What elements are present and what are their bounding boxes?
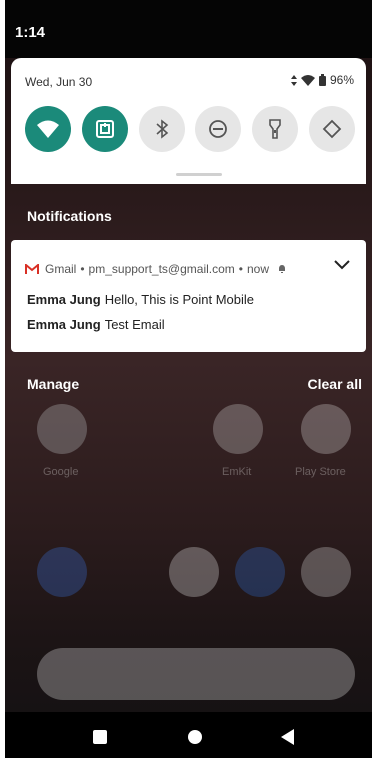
clear-all-button[interactable]: Clear all (308, 376, 362, 392)
do-not-disturb-icon (209, 120, 228, 138)
bluetooth-icon (156, 119, 168, 139)
app-label-google: Google (43, 466, 79, 478)
notification-message: Emma Jung Hello, This is Point Mobile (27, 292, 254, 307)
message-sender: Emma Jung (27, 317, 101, 332)
gmail-notification[interactable]: Gmail • pm_support_ts@gmail.com • now Em… (11, 240, 366, 352)
qs-status-icons: 96% (290, 73, 354, 87)
notification-message: Emma Jung Test Email (27, 317, 165, 332)
notification-app-name: Gmail (45, 262, 77, 276)
emkit-app-icon (213, 404, 263, 454)
auto-rotate-tile[interactable] (308, 106, 355, 152)
google-folder-icon (37, 404, 87, 454)
contacts-app-icon (235, 547, 285, 597)
recents-button[interactable] (93, 730, 107, 744)
app-label-emkit: EmKit (222, 466, 252, 478)
qs-tiles (25, 106, 355, 152)
nfc-icon (95, 120, 114, 138)
back-button[interactable] (281, 729, 294, 745)
message-text: Hello, This is Point Mobile (104, 292, 255, 307)
status-time: 1:14 (15, 24, 46, 41)
dnd-tile[interactable] (195, 106, 242, 152)
phone-app-icon (37, 547, 87, 597)
separator-dot: • (80, 262, 85, 276)
flashlight-icon (269, 119, 281, 139)
auto-rotate-icon (322, 119, 342, 139)
notifications-header: Notifications (27, 208, 112, 224)
app-label-play-store: Play Store (295, 466, 346, 478)
notification-account: pm_support_ts@gmail.com (88, 262, 235, 276)
message-sender: Emma Jung (27, 292, 101, 307)
alert-bell-icon (279, 265, 286, 273)
navigation-bar (5, 712, 372, 758)
quick-settings-panel: Wed, Jun 30 96% (11, 58, 366, 184)
wifi-icon (37, 120, 59, 138)
home-button[interactable] (188, 730, 202, 744)
phone-screen: 1:14 Wed, Jun 30 96% Notifications Gmail… (5, 0, 372, 758)
message-text: Test Email (104, 317, 165, 332)
wifi-signal-icon (300, 74, 315, 86)
home-app-row: Google EmKit Play Store (5, 400, 372, 480)
home-dock (5, 545, 372, 605)
manage-button[interactable]: Manage (27, 376, 79, 392)
gmail-icon (25, 263, 39, 274)
qs-drag-handle[interactable] (176, 173, 222, 176)
bluetooth-tile[interactable] (138, 106, 185, 152)
data-arrows-icon (290, 74, 297, 86)
wifi-tile[interactable] (25, 106, 71, 152)
notification-time: now (247, 262, 270, 276)
home-search-bar (37, 648, 355, 700)
qs-date: Wed, Jun 30 (25, 75, 93, 89)
battery-percent: 96% (329, 73, 354, 87)
expand-chevron-icon[interactable] (334, 260, 350, 270)
battery-icon (318, 74, 326, 86)
chrome-app-icon (301, 547, 351, 597)
nfc-tile[interactable] (81, 106, 128, 152)
separator-dot: • (238, 262, 243, 276)
notification-header-row: Gmail • pm_support_ts@gmail.com • now (25, 262, 287, 276)
status-bar: 1:14 (5, 0, 372, 58)
flashlight-tile[interactable] (252, 106, 299, 152)
play-store-icon (301, 404, 351, 454)
calendar-app-icon (169, 547, 219, 597)
